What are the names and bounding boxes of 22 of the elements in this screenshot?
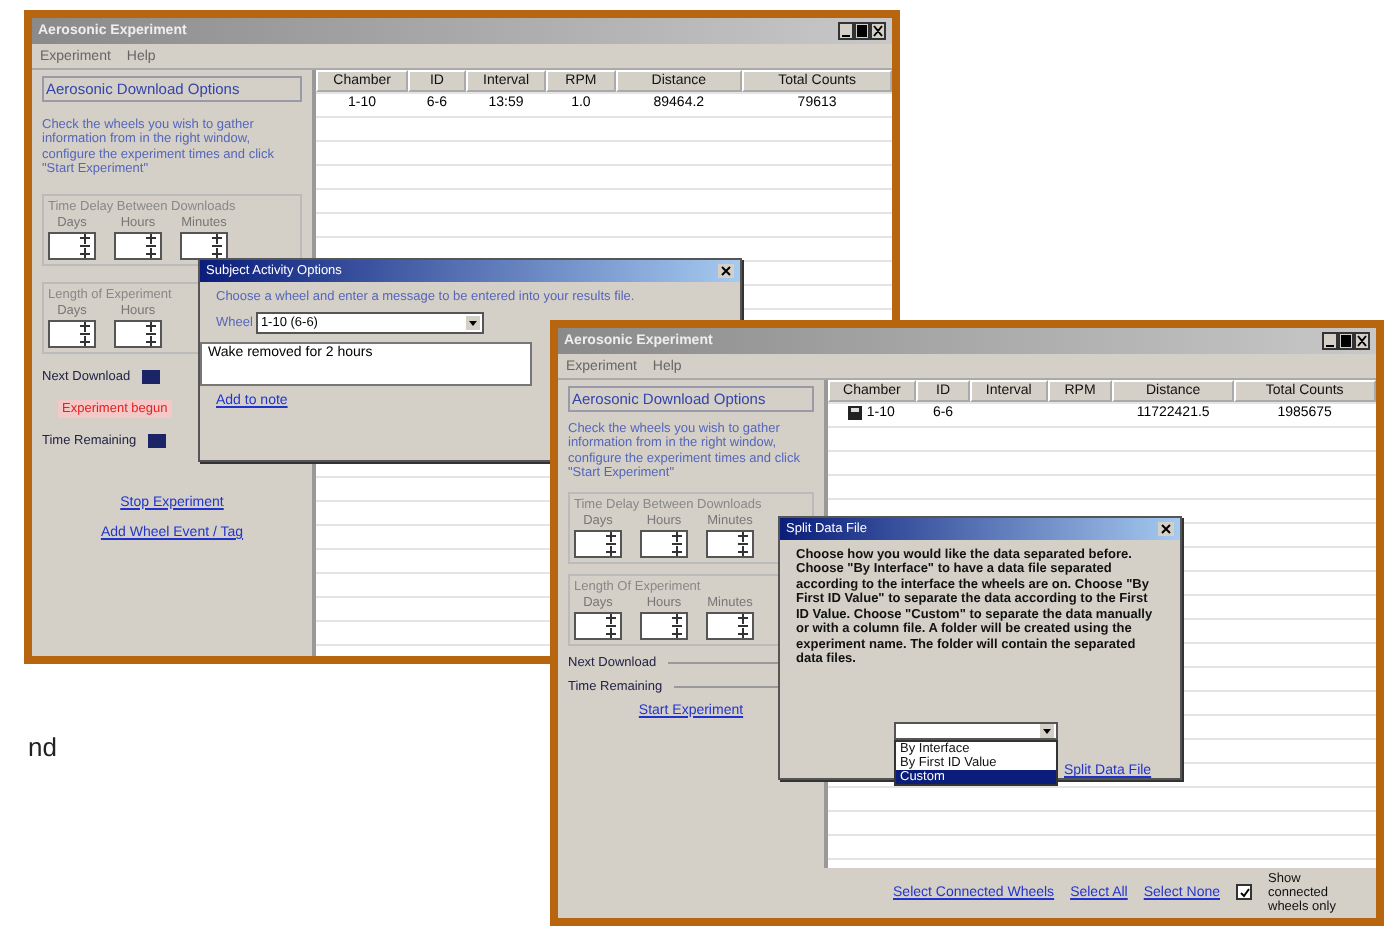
split-select[interactable] — [894, 722, 1058, 740]
spin-field[interactable] — [574, 611, 622, 640]
status-indicator — [148, 433, 167, 448]
spin-field[interactable] — [706, 529, 754, 558]
caret-icon — [466, 316, 481, 331]
checkbox[interactable] — [1236, 884, 1252, 901]
spin-field[interactable] — [114, 319, 162, 348]
close-icon[interactable] — [718, 264, 734, 278]
window-controls-icon[interactable] — [838, 22, 886, 40]
spin-field[interactable] — [180, 231, 228, 260]
caption-text: nd — [28, 732, 57, 762]
close-icon[interactable] — [1158, 522, 1174, 536]
window-controls-icon[interactable] — [1322, 332, 1370, 350]
status-indicator — [142, 369, 161, 384]
spin-field[interactable] — [640, 611, 688, 640]
caret-icon — [1040, 724, 1054, 738]
spin-field[interactable] — [574, 529, 622, 558]
spin-field[interactable] — [48, 231, 96, 260]
spin-field[interactable] — [640, 529, 688, 558]
spin-field[interactable] — [48, 319, 96, 348]
spin-field[interactable] — [706, 611, 754, 640]
spin-field[interactable] — [114, 231, 162, 260]
